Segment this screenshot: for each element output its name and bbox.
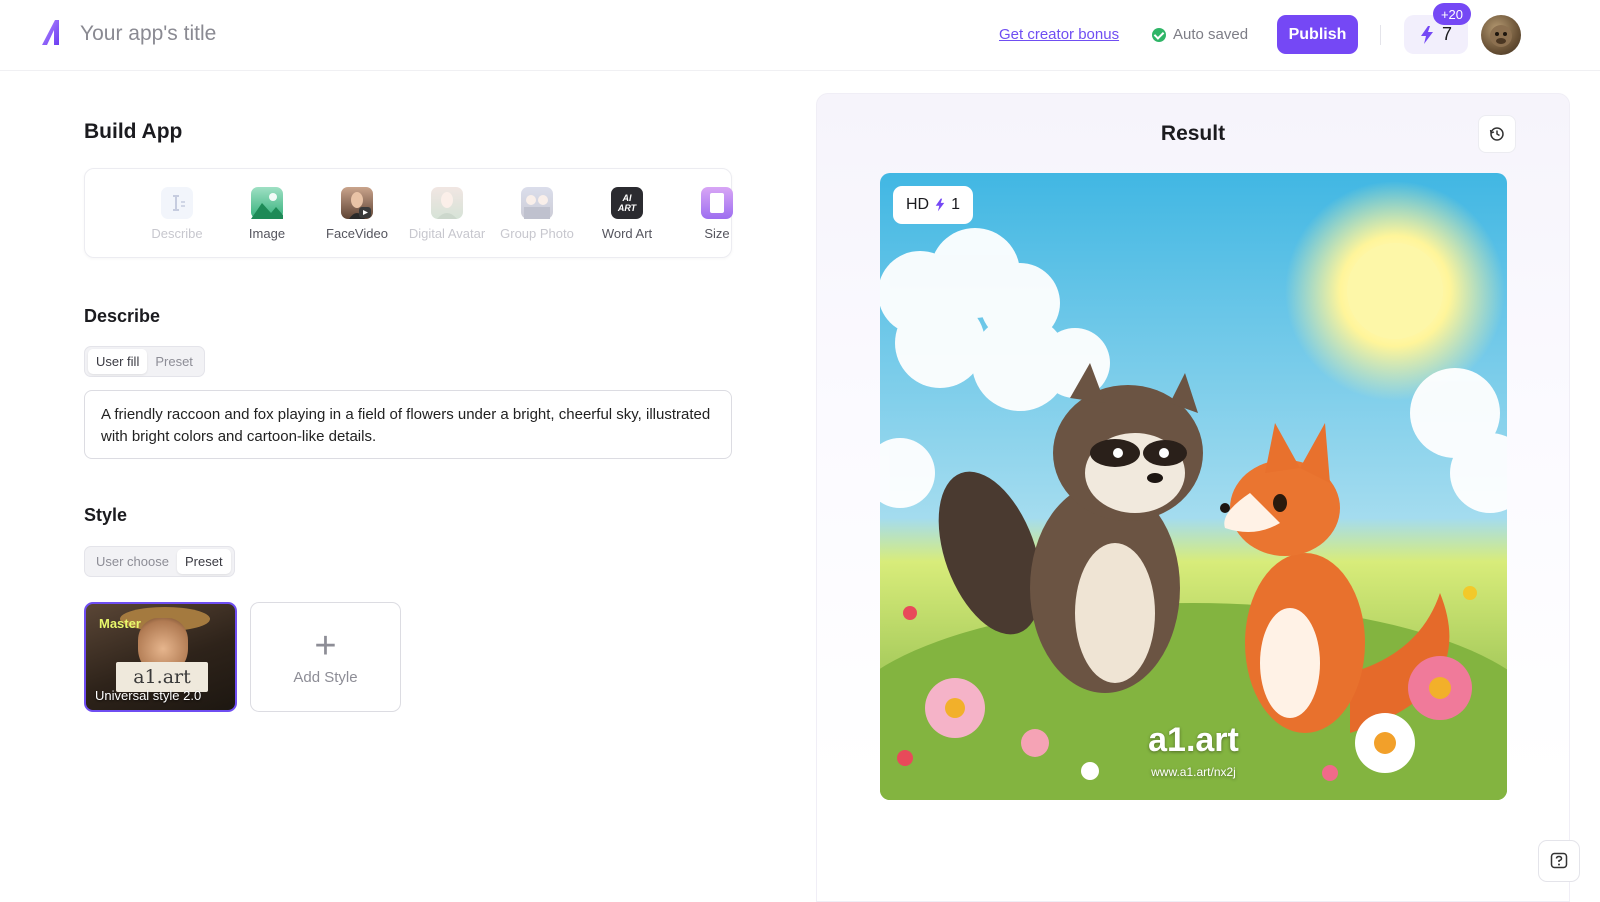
creator-bonus-link[interactable]: Get creator bonus bbox=[999, 26, 1119, 43]
preset-option[interactable]: Preset bbox=[147, 349, 201, 374]
check-circle-icon bbox=[1152, 27, 1166, 42]
tool-label: Size bbox=[704, 226, 730, 241]
history-icon bbox=[1489, 127, 1504, 141]
lightning-icon bbox=[935, 198, 945, 212]
tool-label: FaceVideo bbox=[326, 226, 388, 241]
tool-label: Image bbox=[248, 226, 286, 241]
tool-label: Group Photo bbox=[500, 226, 574, 241]
master-badge: Master bbox=[99, 616, 141, 631]
face-video-icon bbox=[341, 187, 373, 219]
digital-avatar-icon bbox=[431, 187, 463, 219]
describe-heading: Describe bbox=[84, 306, 161, 326]
add-style-button[interactable]: + Add Style bbox=[250, 602, 401, 712]
user-fill-option[interactable]: User fill bbox=[88, 349, 148, 374]
plus-icon: + bbox=[314, 624, 337, 667]
help-button[interactable] bbox=[1538, 840, 1580, 882]
hd-label: HD bbox=[906, 196, 930, 213]
top-bar: Your app's title Get creator bonus Auto … bbox=[0, 0, 1600, 71]
result-heading: Result bbox=[1160, 122, 1226, 145]
raccoon-fox-illustration-icon bbox=[880, 173, 1507, 800]
user-avatar[interactable] bbox=[1481, 15, 1521, 55]
tool-face-video[interactable]: FaceVideo bbox=[312, 187, 402, 243]
user-choose-option[interactable]: User choose bbox=[88, 549, 177, 574]
publish-button[interactable]: Publish bbox=[1277, 15, 1358, 54]
result-panel: Result HD 1 a1.art www.a1.art/nx2j bbox=[816, 93, 1570, 902]
word-art-icon-text: AI ART bbox=[617, 193, 637, 213]
avatar-image-icon bbox=[1490, 25, 1512, 47]
tool-size[interactable]: Size bbox=[672, 187, 762, 243]
tool-palette: Describe Image FaceVideo Digital Avatar … bbox=[84, 168, 733, 258]
credits-count: 7 bbox=[1441, 24, 1452, 44]
describe-icon bbox=[161, 187, 193, 219]
tool-describe[interactable]: Describe bbox=[132, 187, 222, 243]
tool-digital-avatar[interactable]: Digital Avatar bbox=[402, 187, 492, 243]
hd-cost: 1 bbox=[951, 196, 961, 213]
group-photo-icon bbox=[521, 187, 553, 219]
history-button[interactable] bbox=[1478, 115, 1516, 153]
tool-image[interactable]: Image bbox=[222, 187, 312, 243]
tool-label: Word Art bbox=[601, 226, 653, 241]
add-style-label: Add Style bbox=[293, 668, 358, 686]
watermark-url: www.a1.art/nx2j bbox=[1151, 765, 1236, 779]
style-mode-toggle: User choose Preset bbox=[84, 546, 235, 577]
bonus-badge: +20 bbox=[1433, 3, 1471, 25]
style-heading: Style bbox=[84, 505, 128, 525]
watermark-logo: a1.art bbox=[1148, 721, 1239, 759]
auto-saved-label: Auto saved bbox=[1173, 26, 1249, 43]
help-icon bbox=[1550, 852, 1568, 869]
hd-upscale-button[interactable]: HD 1 bbox=[893, 186, 974, 224]
build-app-heading: Build App bbox=[84, 120, 183, 143]
tool-label: Digital Avatar bbox=[408, 226, 486, 241]
auto-saved-status: Auto saved bbox=[1152, 26, 1248, 43]
style-name: Universal style 2.0 bbox=[95, 688, 202, 703]
app-title[interactable]: Your app's title bbox=[80, 22, 216, 46]
word-art-icon: AI ART bbox=[611, 187, 643, 219]
prompt-textarea[interactable]: A friendly raccoon and fox playing in a … bbox=[84, 390, 732, 459]
style-card-universal[interactable]: a1.art Master Universal style 2.0 bbox=[84, 602, 237, 712]
tool-word-art[interactable]: AI ART Word Art bbox=[582, 187, 672, 243]
size-icon bbox=[701, 187, 733, 219]
result-image[interactable]: HD 1 a1.art www.a1.art/nx2j bbox=[880, 173, 1507, 800]
preset-option[interactable]: Preset bbox=[176, 549, 231, 574]
describe-mode-toggle: User fill Preset bbox=[84, 346, 205, 377]
divider bbox=[1380, 25, 1381, 45]
lightning-icon bbox=[1420, 25, 1433, 44]
tool-label: Describe bbox=[151, 226, 203, 241]
tool-group-photo[interactable]: Group Photo bbox=[492, 187, 582, 243]
image-icon bbox=[251, 187, 283, 219]
a1-logo-icon[interactable] bbox=[40, 18, 66, 46]
